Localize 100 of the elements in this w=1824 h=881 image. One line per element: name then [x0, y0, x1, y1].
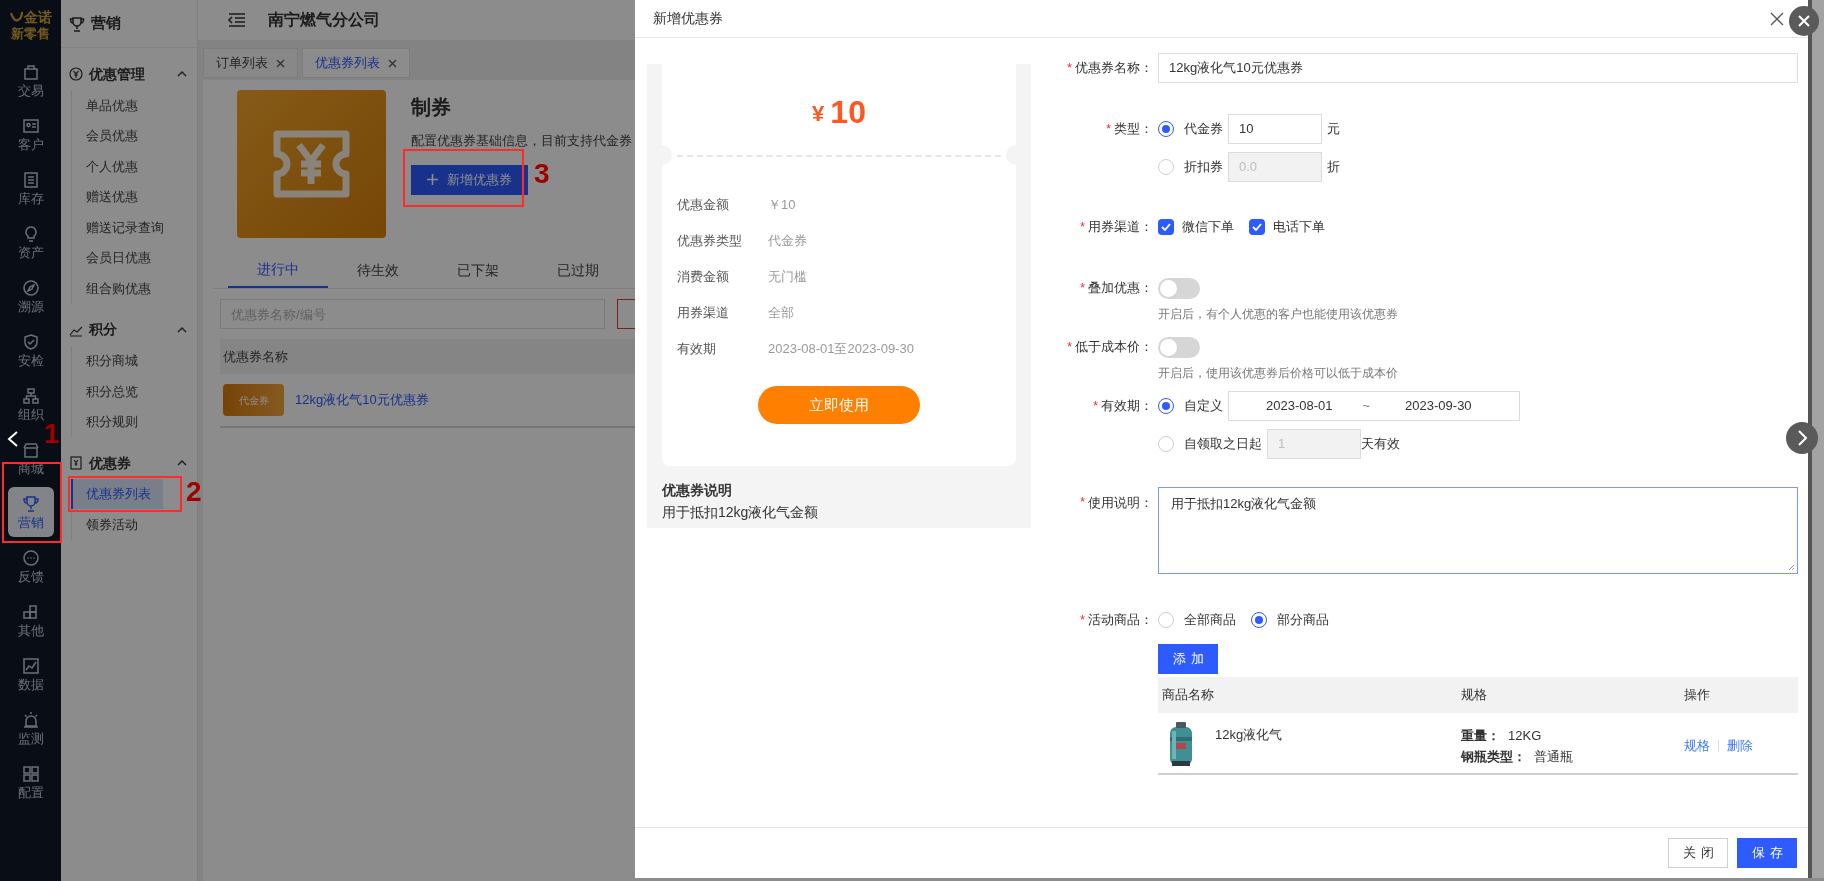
hint-text: 开启后，有个人优惠的客户也能使用该优惠券	[1158, 306, 1398, 323]
page-tab[interactable]: 订单列表	[203, 48, 298, 78]
currency-symbol: ¥	[812, 100, 825, 128]
coupon-name-link[interactable]: 12kg液化气10元优惠券	[295, 390, 429, 410]
input-field[interactable]: 10	[1228, 114, 1322, 144]
section-title: 制券	[411, 95, 451, 120]
yen-circle-icon	[69, 67, 83, 81]
use-now-button[interactable]: 立即使用	[758, 386, 920, 424]
nav-item[interactable]: 数据	[7, 647, 54, 701]
nav-item[interactable]: 其他	[7, 593, 54, 647]
option-label: 自定义	[1184, 397, 1223, 416]
nav-item[interactable]: 监测	[7, 701, 54, 755]
note-title: 优惠券说明	[662, 481, 733, 500]
nav-item[interactable]: 营销	[7, 487, 54, 537]
field-label: 用券渠道：	[1088, 218, 1153, 237]
status-tab[interactable]: 已下架	[428, 252, 528, 288]
menu-item[interactable]: 优惠券列表	[71, 479, 163, 509]
checkbox[interactable]	[1158, 219, 1174, 235]
action-link[interactable]: 规格	[1684, 736, 1710, 756]
menu-item[interactable]: 积分商城	[72, 345, 197, 376]
nav-item[interactable]: 资产	[7, 215, 54, 269]
menu-item[interactable]: 组合购优惠	[72, 273, 197, 304]
add-button[interactable]: 添加	[1158, 644, 1218, 674]
chat-icon	[21, 549, 40, 567]
description-textarea[interactable]: 用于抵扣12kg液化气金额	[1158, 487, 1798, 574]
date-range-field[interactable]: 2023-08-01 ~ 2023-09-30	[1228, 391, 1520, 421]
menu-item[interactable]: 个人优惠	[72, 151, 197, 182]
checkbox[interactable]	[1249, 219, 1265, 235]
column-header: 规格	[1461, 686, 1488, 705]
detail-label: 优惠金额	[677, 196, 730, 215]
detail-value: ￥10	[768, 196, 796, 215]
detail-label: 消费金额	[677, 268, 730, 287]
menu-group-header[interactable]: 优惠券	[61, 447, 197, 479]
product-name: 12kg液化气	[1215, 726, 1283, 744]
sidebar-title: 营销	[91, 13, 121, 34]
menu-item[interactable]: 会员日优惠	[72, 242, 197, 273]
nav-item[interactable]: 库存	[7, 161, 54, 215]
nav-item[interactable]: 交易	[7, 53, 54, 107]
option-label: 全部商品	[1184, 611, 1236, 630]
nav-item[interactable]: 客户	[7, 107, 54, 161]
trophy-icon	[69, 15, 85, 32]
spec-label: 钢瓶类型：	[1461, 748, 1526, 766]
menu-item[interactable]: 赠送优惠	[72, 181, 197, 212]
close-icon[interactable]	[1789, 6, 1819, 36]
required-mark: *	[1093, 398, 1098, 415]
checkbox-label: 电话下单	[1273, 218, 1325, 237]
input-field[interactable]: 12kg液化气10元优惠券	[1158, 53, 1798, 83]
column-header: 优惠券名称	[223, 347, 288, 366]
detail-value: 无门槛	[768, 268, 807, 287]
field-label: 优惠券名称：	[1075, 59, 1153, 78]
chevron-left-icon[interactable]	[6, 430, 20, 448]
menu-item[interactable]: 积分规则	[72, 406, 197, 437]
dialog-title: 新增优惠券	[653, 9, 723, 28]
status-tab[interactable]: 待生效	[328, 252, 428, 288]
close-icon[interactable]	[276, 58, 285, 68]
option-label: 自领取之日起	[1184, 435, 1262, 454]
logo-icon	[9, 11, 24, 24]
menu-group-header[interactable]: 积分	[61, 313, 197, 346]
menu-item[interactable]: 赠送记录查询	[72, 212, 197, 243]
checkbox-label: 微信下单	[1182, 218, 1234, 237]
end-date: 2023-09-30	[1405, 397, 1472, 416]
action-link[interactable]: 删除	[1727, 736, 1753, 756]
option-label: 部分商品	[1277, 611, 1329, 630]
resize-grip-icon[interactable]	[1788, 564, 1795, 571]
menu-item[interactable]: 会员优惠	[72, 120, 197, 151]
section-description: 配置优惠券基础信息，目前支持代金券	[411, 133, 632, 150]
close-button[interactable]: 关闭	[1668, 838, 1728, 868]
id-card-icon	[21, 117, 40, 135]
menu-item[interactable]: 领券活动	[72, 509, 197, 540]
nav-item[interactable]: 安检	[7, 323, 54, 377]
nav-item[interactable]: 溯源	[7, 269, 54, 323]
menu-group-header[interactable]: 优惠管理	[61, 58, 197, 90]
compass-icon	[21, 279, 40, 297]
trophy-icon	[21, 495, 40, 513]
store-icon	[21, 441, 40, 459]
field-label: 叠加优惠：	[1088, 279, 1153, 298]
status-tab[interactable]: 进行中	[228, 252, 328, 288]
status-tab[interactable]: 已过期	[528, 252, 628, 288]
nav-item[interactable]: 配置	[7, 755, 54, 809]
menu-item[interactable]: 积分总览	[72, 376, 197, 407]
detail-value: 2023-08-01至2023-09-30	[768, 340, 914, 359]
option-label: 代金券	[1184, 120, 1223, 139]
menu-item[interactable]: 单品优惠	[72, 90, 197, 121]
coupon-amount: 10	[830, 92, 866, 132]
new-coupon-button[interactable]: 新增优惠券	[411, 164, 528, 195]
logo-subtitle: 新零售	[11, 26, 50, 43]
line-chart-icon	[21, 657, 40, 675]
menu-icon[interactable]	[228, 13, 246, 27]
toggle-switch[interactable]	[1158, 277, 1200, 299]
required-mark: *	[1080, 612, 1085, 629]
required-mark: *	[1067, 339, 1072, 356]
toggle-switch[interactable]	[1158, 336, 1200, 358]
required-mark: *	[1080, 219, 1085, 236]
save-button[interactable]: 保存	[1737, 838, 1797, 868]
close-icon[interactable]	[388, 58, 397, 68]
page-tab[interactable]: 优惠券列表	[302, 48, 410, 78]
option-label: 折扣券	[1184, 158, 1223, 177]
close-icon[interactable]	[1770, 11, 1784, 26]
field-label: 低于成本价：	[1075, 338, 1153, 357]
nav-item[interactable]: 反馈	[7, 539, 54, 593]
